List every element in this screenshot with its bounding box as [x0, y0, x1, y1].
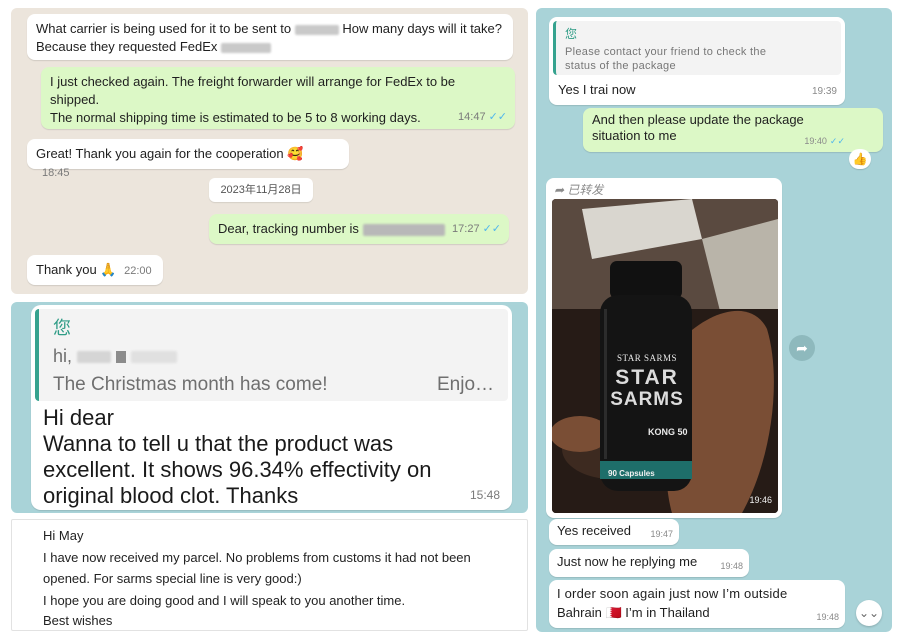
bottle-label-count: 90 Capsules	[608, 469, 655, 478]
message-text: How many days will it take?	[342, 21, 502, 36]
message-time: 19:48	[720, 561, 743, 571]
bahrain-flag-icon: 🇧🇭	[605, 605, 622, 620]
message-text: Yes received	[557, 523, 631, 538]
message-text: I just checked again. The freight forwar…	[50, 74, 456, 107]
message-time: 22:00	[124, 265, 152, 277]
bottle-label-brand: SARMS	[610, 389, 684, 410]
date-chip-label: 2023年11月28日	[220, 184, 302, 196]
forward-arrow-icon: ➦	[554, 183, 565, 197]
share-arrow-icon: ➦	[796, 340, 808, 356]
message-text: I’m in Thailand	[625, 605, 710, 620]
message-outgoing[interactable]: And then please update the package situa…	[583, 108, 883, 152]
message-incoming[interactable]: I order soon again just now I’m outside …	[549, 580, 845, 628]
note-line: opened. For sarms special line is very g…	[43, 571, 302, 586]
message-text: original blood clot. Thanks	[43, 483, 299, 508]
redacted-block	[116, 351, 127, 364]
redacted-name	[77, 351, 112, 364]
folded-hands-emoji-icon: 🙏	[100, 262, 117, 277]
message-incoming[interactable]: Thank you 🙏 22:00	[27, 255, 163, 285]
product-photo[interactable]: STAR SARMS STAR SARMS KONG 50 90 Capsule…	[552, 199, 778, 513]
message-text: Thank you	[36, 262, 97, 277]
smiling-hearts-emoji-icon: 🥰	[287, 146, 304, 161]
email-note-panel: Hi May I have now received my parcel. No…	[11, 519, 528, 631]
quote-text: status of the package	[565, 60, 676, 72]
message-outgoing[interactable]: Dear, tracking number is 17:27 ✓✓	[209, 214, 509, 244]
message-time: 17:27	[452, 223, 480, 235]
redacted-tracking-number	[362, 223, 445, 236]
redacted-name	[131, 351, 178, 364]
thumbs-up-icon: 👍	[852, 152, 868, 166]
message-text: Yes I trai now	[558, 82, 636, 97]
note-line: Hi May	[43, 528, 84, 543]
message-time: 19:47	[650, 529, 673, 539]
quote-text-tail: Enjo…	[437, 374, 495, 395]
message-text: Great! Thank you again for the cooperati…	[36, 146, 284, 161]
message-text: And then please update the package	[592, 112, 804, 127]
message-time: 15:48	[469, 488, 500, 502]
message-text: What carrier is being used for it to be …	[36, 21, 292, 36]
redacted-text	[294, 24, 339, 35]
message-outgoing[interactable]: I just checked again. The freight forwar…	[41, 67, 515, 129]
forwarded-label: 已转发	[567, 183, 604, 197]
double-chevron-down-icon: ⌄⌄	[858, 606, 880, 620]
double-check-icon: ✓✓	[829, 136, 845, 146]
message-incoming[interactable]: Yes received 19:47	[549, 519, 679, 545]
message-time: 14:47	[458, 111, 486, 123]
message-incoming[interactable]: Great! Thank you again for the cooperati…	[27, 139, 349, 179]
scroll-to-bottom-button[interactable]: ⌄⌄	[856, 600, 882, 626]
message-incoming[interactable]: Just now he replying me 19:48	[549, 549, 749, 577]
message-time: 19:40	[804, 136, 827, 146]
quote-text: The Christmas month has come!	[53, 374, 328, 395]
note-line: I hope you are doing good and I will spe…	[43, 593, 406, 608]
message-incoming-with-quote[interactable]: 您 hi, The Christmas month has come! Enjo…	[31, 305, 512, 510]
chat-panel-3: 您 Please contact your friend to check th…	[536, 8, 892, 632]
message-time: 19:48	[816, 612, 839, 622]
message-text: Dear, tracking number is	[218, 221, 359, 236]
message-text: Hi dear	[43, 405, 114, 430]
message-text: I order soon again just now I’m outside	[557, 586, 788, 601]
message-text: excellent. It shows 96.34% effectivity o…	[43, 457, 432, 482]
note-line: I have now received my parcel. No proble…	[43, 550, 471, 565]
redacted-text	[221, 42, 272, 53]
message-time: 19:39	[811, 86, 837, 97]
message-time: 19:46	[749, 495, 772, 505]
message-time: 18:45	[42, 167, 70, 179]
message-text: Just now he replying me	[557, 554, 698, 569]
quote-sender: 您	[565, 27, 578, 41]
chat-panel-1: What carrier is being used for it to be …	[11, 8, 528, 294]
note-line: Best wishes	[43, 613, 113, 628]
chat-panel-2: 您 hi, The Christmas month has come! Enjo…	[11, 302, 528, 513]
quoted-message[interactable]: 您 hi, The Christmas month has come! Enjo…	[35, 309, 508, 401]
message-text: The normal shipping time is estimated to…	[50, 110, 421, 125]
message-incoming-with-quote[interactable]: 您 Please contact your friend to check th…	[549, 17, 845, 105]
double-check-icon: ✓✓	[488, 111, 507, 123]
message-text: Because they requested FedEx	[36, 39, 218, 54]
double-check-icon: ✓✓	[482, 223, 501, 235]
quote-text: hi,	[53, 346, 73, 366]
quote-sender: 您	[53, 318, 71, 338]
forward-share-button[interactable]: ➦	[789, 335, 815, 361]
message-text: Bahrain	[557, 605, 602, 620]
message-text: Wanna to tell u that the product was	[43, 431, 394, 456]
forwarded-image-message[interactable]: ➦ 已转发 STAR SARMS STAR SARMS KONG 50 90 C…	[546, 178, 782, 518]
bottle-label-brand: STAR	[615, 366, 679, 389]
bottle-label-variant: KONG 50	[648, 427, 688, 437]
message-incoming[interactable]: What carrier is being used for it to be …	[27, 14, 513, 60]
reaction-badge[interactable]: 👍	[849, 149, 871, 169]
bottle-label-small: STAR SARMS	[616, 353, 678, 363]
date-chip: 2023年11月28日	[209, 178, 313, 202]
quoted-message[interactable]: 您 Please contact your friend to check th…	[553, 21, 841, 75]
